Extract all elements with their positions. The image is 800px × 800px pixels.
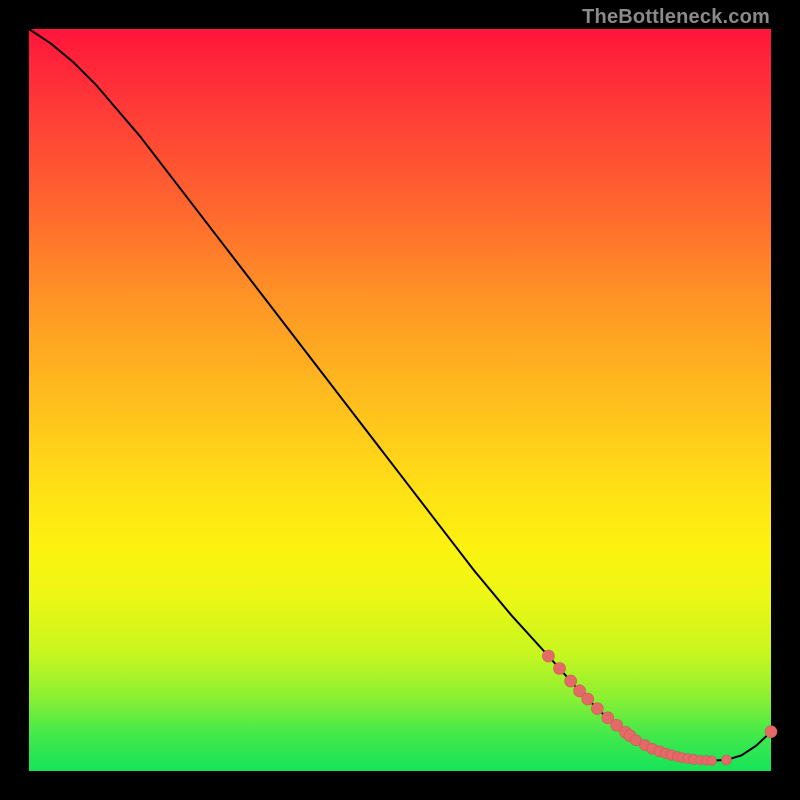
data-point [765, 726, 777, 738]
bottleneck-curve [29, 29, 771, 761]
watermark-text: TheBottleneck.com [582, 6, 770, 29]
data-point [707, 756, 717, 766]
data-point [721, 755, 731, 765]
data-point [582, 693, 594, 705]
data-point [591, 703, 603, 715]
data-point [542, 650, 554, 662]
data-points-group [542, 650, 777, 765]
data-point [554, 663, 566, 675]
data-point [565, 675, 577, 687]
